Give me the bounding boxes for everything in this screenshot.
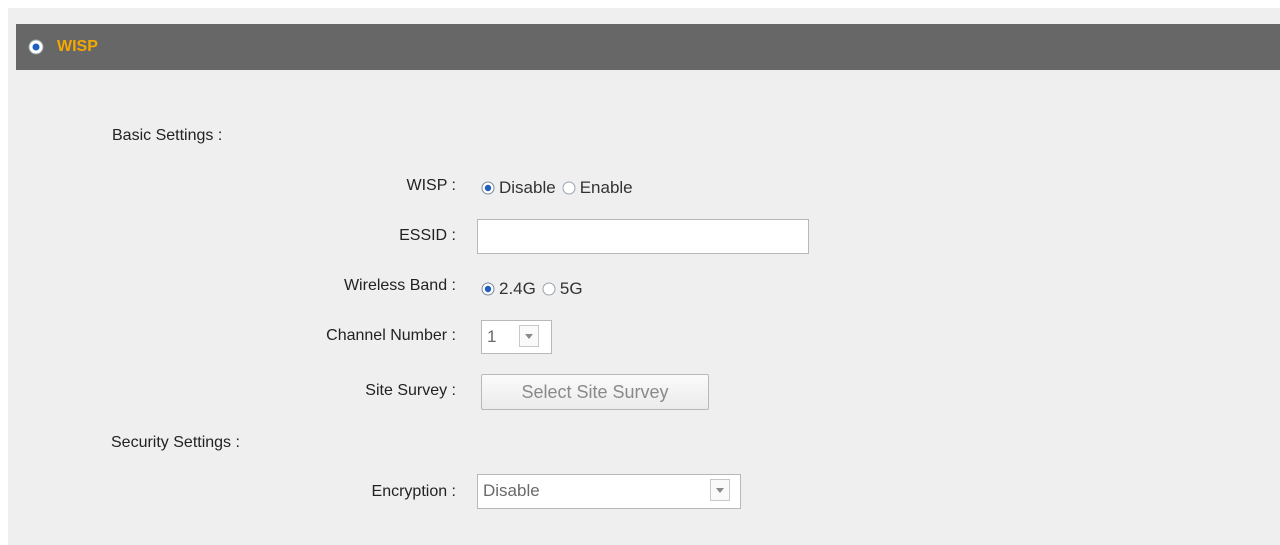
essid-input[interactable]	[477, 219, 809, 254]
wisp-enable-radio[interactable]	[562, 181, 576, 195]
wisp-disable-radio[interactable]	[481, 181, 495, 195]
bullet-icon	[28, 39, 44, 55]
band-5g-radio[interactable]	[542, 282, 556, 296]
section-header: WISP	[16, 24, 1280, 70]
security-settings-heading: Security Settings :	[111, 434, 240, 451]
channel-number-select[interactable]: 1	[481, 320, 552, 354]
chevron-down-icon	[519, 325, 539, 347]
chevron-down-icon	[710, 479, 730, 501]
encryption-select[interactable]: Disable	[477, 474, 741, 509]
site-survey-label: Site Survey :	[365, 382, 456, 399]
band-5g-label: 5G	[559, 279, 583, 298]
encryption-label: Encryption :	[371, 483, 456, 500]
channel-number-label: Channel Number :	[326, 327, 456, 344]
page-title: WISP	[57, 38, 98, 55]
wisp-label: WISP :	[406, 177, 457, 194]
select-site-survey-button[interactable]: Select Site Survey	[481, 374, 709, 410]
wisp-enable-label: Enable	[579, 178, 633, 197]
essid-label: ESSID :	[399, 227, 456, 244]
band-2-4g-label: 2.4G	[499, 279, 536, 298]
wireless-band-radio-group: 2.4G 5G	[481, 279, 589, 299]
basic-settings-heading: Basic Settings :	[112, 127, 223, 144]
settings-panel	[8, 8, 1280, 545]
channel-number-value: 1	[487, 327, 497, 346]
encryption-value: Disable	[483, 481, 540, 500]
wisp-radio-group: Disable Enable	[481, 178, 639, 198]
band-2-4g-radio[interactable]	[481, 282, 495, 296]
wireless-band-label: Wireless Band :	[343, 277, 456, 294]
wisp-disable-label: Disable	[499, 178, 556, 197]
